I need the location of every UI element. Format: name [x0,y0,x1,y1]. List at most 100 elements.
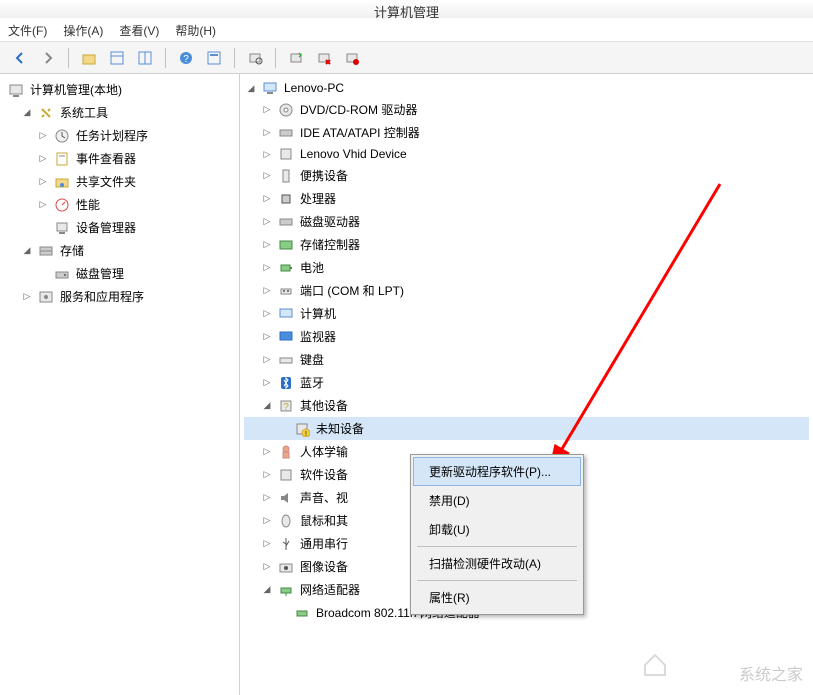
expand-icon[interactable]: ▷ [260,468,274,482]
portable-icon [278,168,294,184]
expand-icon[interactable]: ▷ [260,261,274,275]
tree-label: 处理器 [298,189,338,208]
expand-icon[interactable]: ▷ [260,376,274,390]
expand-icon[interactable]: ▷ [260,537,274,551]
context-uninstall[interactable]: 卸载(U) [413,515,581,544]
expand-icon[interactable]: ▷ [260,560,274,574]
device-dvd[interactable]: ▷DVD/CD-ROM 驱动器 [244,98,809,121]
context-properties[interactable]: 属性(R) [413,583,581,612]
menu-action[interactable]: 操作(A) [63,22,103,37]
update-driver-button[interactable] [284,46,308,70]
expand-icon[interactable]: ▷ [260,215,274,229]
device-portable[interactable]: ▷便携设备 [244,164,809,187]
ide-icon [278,125,294,141]
expand-icon[interactable]: ▷ [260,330,274,344]
device-disk-drives[interactable]: ▷磁盘驱动器 [244,210,809,233]
device-battery[interactable]: ▷电池 [244,256,809,279]
tree-label: 系统工具 [58,103,110,122]
view-button-2[interactable] [133,46,157,70]
watermark: 系统之家 [635,640,803,685]
expand-icon[interactable]: ▷ [36,175,50,189]
expand-icon[interactable]: ▷ [260,514,274,528]
device-computer[interactable]: ▷ 计算机 [244,302,809,325]
device-monitor[interactable]: ▷ 监视器 [244,325,809,348]
context-disable[interactable]: 禁用(D) [413,486,581,515]
context-separator [417,580,577,581]
tree-device-manager[interactable]: 设备管理器 [4,216,235,239]
expand-icon[interactable]: ▷ [260,491,274,505]
tree-label: 监视器 [298,327,338,346]
context-scan[interactable]: 扫描检测硬件改动(A) [413,549,581,578]
tree-disk-management[interactable]: 磁盘管理 [4,262,235,285]
hdd-icon [278,214,294,230]
storage-icon [38,243,54,259]
device-unknown[interactable]: !未知设备 [244,417,809,440]
device-storage-ctrl[interactable]: ▷存储控制器 [244,233,809,256]
computer-mgmt-icon [8,82,24,98]
scan-hardware-button[interactable] [243,46,267,70]
properties-button[interactable] [202,46,226,70]
tree-event-viewer[interactable]: ▷ 事件查看器 [4,147,235,170]
tree-performance[interactable]: ▷ 性能 [4,193,235,216]
tree-label: 网络适配器 [298,580,362,599]
tree-services[interactable]: ▷ 服务和应用程序 [4,285,235,308]
collapse-icon[interactable]: ◢ [244,81,258,95]
forward-button[interactable] [36,46,60,70]
disable-button[interactable] [312,46,336,70]
expand-icon[interactable]: ▷ [260,103,274,117]
tree-system-tools[interactable]: ◢ 系统工具 [4,101,235,124]
tree-label: 端口 (COM 和 LPT) [298,281,406,300]
expand-icon[interactable]: ▷ [260,238,274,252]
expand-icon[interactable]: ▷ [36,129,50,143]
device-keyboard[interactable]: ▷键盘 [244,348,809,371]
expand-icon[interactable]: ▷ [36,198,50,212]
clock-icon [54,128,70,144]
menu-view[interactable]: 查看(V) [119,22,159,37]
event-icon [54,151,70,167]
tree-shared-folders[interactable]: ▷ 共享文件夹 [4,170,235,193]
toolbar-separator [165,48,166,68]
device-tree-root[interactable]: ◢ Lenovo-PC [244,78,809,98]
tree-label: 计算机 [298,304,338,323]
device-bluetooth[interactable]: ▷蓝牙 [244,371,809,394]
collapse-icon[interactable]: ◢ [260,583,274,597]
collapse-icon[interactable]: ◢ [20,106,34,120]
expand-icon[interactable]: ▷ [260,147,274,161]
port-icon [278,283,294,299]
expand-icon[interactable]: ▷ [36,152,50,166]
cpu-icon [278,191,294,207]
menu-help[interactable]: 帮助(H) [175,22,216,37]
device-mgr-icon [54,220,70,236]
device-ide[interactable]: ▷IDE ATA/ATAPI 控制器 [244,121,809,144]
toolbar-separator [68,48,69,68]
left-tree-panel: 计算机管理(本地) ◢ 系统工具 ▷ 任务计划程序 ▷ 事件查看器 ▷ 共享文件… [0,74,240,695]
sound-icon [278,490,294,506]
help-button[interactable]: ? [174,46,198,70]
device-other[interactable]: ◢?其他设备 [244,394,809,417]
window-title: 计算机管理 [374,5,439,20]
collapse-icon[interactable]: ◢ [20,244,34,258]
spacer [36,267,50,281]
uninstall-button[interactable] [340,46,364,70]
expand-icon[interactable]: ▷ [260,284,274,298]
tree-task-scheduler[interactable]: ▷ 任务计划程序 [4,124,235,147]
expand-icon[interactable]: ▷ [260,353,274,367]
collapse-icon[interactable]: ◢ [260,399,274,413]
device-processor[interactable]: ▷ 处理器 [244,187,809,210]
view-button-1[interactable] [105,46,129,70]
device-ports[interactable]: ▷ 端口 (COM 和 LPT) [244,279,809,302]
tree-label: 鼠标和其 [298,511,350,530]
menu-file[interactable]: 文件(F) [8,22,47,37]
expand-icon[interactable]: ▷ [260,126,274,140]
context-update-driver[interactable]: 更新驱动程序软件(P)... [413,457,581,486]
expand-icon[interactable]: ▷ [260,192,274,206]
expand-icon[interactable]: ▷ [260,169,274,183]
back-button[interactable] [8,46,32,70]
expand-icon[interactable]: ▷ [260,445,274,459]
tree-root-local[interactable]: 计算机管理(本地) [4,78,235,101]
expand-icon[interactable]: ▷ [20,290,34,304]
up-button[interactable] [77,46,101,70]
device-lenovo-vhid[interactable]: ▷Lenovo Vhid Device [244,144,809,164]
tree-storage[interactable]: ◢ 存储 [4,239,235,262]
expand-icon[interactable]: ▷ [260,307,274,321]
